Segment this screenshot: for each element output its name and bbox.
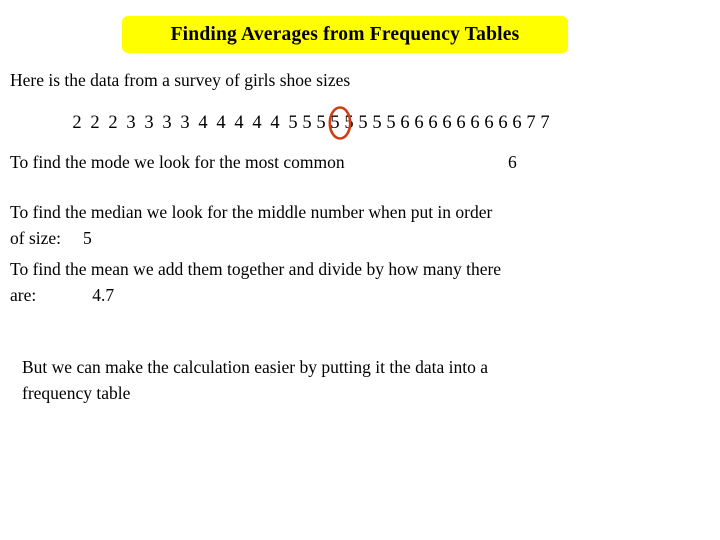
outro-text-line-1: But we can make the calculation easier b… [22,357,489,377]
title-banner: Finding Averages from Frequency Tables [122,16,568,53]
data-sequence-row: 2223333444445555555566666666677 [70,108,552,138]
data-digit: 2 [72,113,82,133]
page-title: Finding Averages from Frequency Tables [170,23,520,45]
mean-value-row: are: 4.7 [10,285,114,306]
data-digit: 6 [414,113,424,133]
data-digit: 5 [302,113,312,133]
data-digit: 5 [358,113,368,133]
data-digit: 2 [90,113,100,133]
data-digit: 5 [288,113,298,133]
mean-label: are: [10,285,37,305]
data-digit: 4 [234,113,244,133]
data-digit: 6 [442,113,452,133]
intro-text: Here is the data from a survey of girls … [10,70,351,90]
data-digit: 6 [498,113,508,133]
data-digit: 4 [270,113,280,133]
mode-statement: To find the mode we look for the most co… [10,152,345,172]
data-digit: 5 [386,113,396,133]
data-digit: 4 [216,113,226,133]
data-digit: 4 [252,113,262,133]
data-digit: 6 [512,113,522,133]
data-digit: 6 [470,113,480,133]
median-label: of size: [10,228,62,248]
data-digit: 6 [484,113,494,133]
data-digit: 3 [144,113,154,133]
mean-value: 4.7 [92,285,115,305]
data-digit: 2 [108,113,118,133]
data-digit-circled: 5 [316,113,326,133]
data-digit: 3 [162,113,172,133]
mode-value: 6 [508,152,517,172]
data-digit: 3 [180,113,190,133]
data-digit: 5 [344,113,354,133]
median-statement: To find the median we look for the middl… [10,202,493,222]
data-digit: 6 [400,113,410,133]
outro-text-line-2: frequency table [22,383,131,403]
data-digit: 5 [372,113,382,133]
data-digit: 4 [198,113,208,133]
data-digit: 6 [428,113,438,133]
median-value: 5 [83,228,92,248]
data-digit: 6 [456,113,466,133]
median-value-row: of size: 5 [10,228,92,249]
data-digit: 5 [330,113,340,133]
mean-statement: To find the mean we add them together an… [10,259,502,279]
slide-canvas: Finding Averages from Frequency Tables H… [0,0,720,540]
data-digit: 7 [540,113,550,133]
data-digit: 7 [526,113,536,133]
data-digit: 3 [126,113,136,133]
